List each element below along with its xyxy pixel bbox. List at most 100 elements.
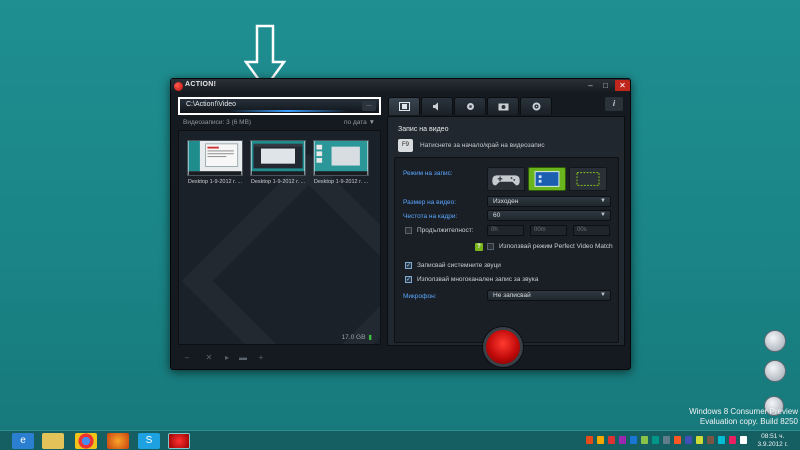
files-header: Видеозаписи: 3 (6 MB) по дата ▼ — [178, 118, 381, 129]
tab-audio[interactable] — [421, 97, 453, 115]
firefox-icon[interactable] — [107, 433, 129, 449]
disk-free-space: 17.0 GB ▮ — [342, 333, 372, 341]
duration-checkbox[interactable] — [405, 227, 412, 234]
file-toolbar: – ✕ ▸ ▬ + — [181, 352, 281, 364]
title-bar[interactable]: ACTION! – □ ✕ — [171, 79, 630, 93]
webcam-icon — [467, 103, 474, 110]
perfect-match-checkbox[interactable] — [487, 243, 494, 250]
remove-button[interactable]: – — [181, 352, 193, 363]
minimize-button[interactable]: – — [584, 80, 597, 91]
taskbar: e S 08:51 ч. 3.9.2012 г. — [0, 430, 800, 450]
video-size-label: Размер на видео: — [403, 199, 457, 206]
recording-thumbnail[interactable] — [250, 140, 306, 176]
thumbnail-label: Desktop 1-9-2012 г. ... — [187, 179, 243, 185]
hotkey-button[interactable]: F9 — [398, 139, 413, 152]
recording-thumbnail[interactable] — [187, 140, 243, 176]
tab-settings[interactable] — [520, 97, 552, 115]
path-progress-glow — [228, 110, 348, 112]
fps-value: 60 — [493, 212, 501, 219]
video-size-value: Изходен — [493, 198, 519, 205]
tab-webcam[interactable] — [454, 97, 486, 115]
fps-select[interactable]: 60 ▼ — [487, 210, 611, 221]
tab-video[interactable] — [388, 97, 420, 115]
action-app-icon[interactable] — [168, 433, 190, 449]
sort-label: по дата — [344, 119, 367, 126]
speaker-icon[interactable] — [740, 436, 747, 444]
mode-game-button[interactable] — [487, 167, 525, 191]
ie-icon[interactable]: e — [12, 433, 34, 449]
mode-desktop-button[interactable] — [528, 167, 566, 191]
tray-icon[interactable] — [586, 436, 593, 444]
film-icon — [399, 102, 410, 111]
tray-icon[interactable] — [608, 436, 615, 444]
tray-icon[interactable] — [674, 436, 681, 444]
delete-button[interactable]: ✕ — [203, 352, 215, 363]
output-path-field[interactable]: C:\Action!\Video ... — [178, 97, 381, 115]
tray-icon[interactable] — [729, 436, 736, 444]
info-button[interactable]: i — [605, 97, 623, 111]
duration-minutes[interactable]: 00m — [530, 225, 567, 236]
folder-button[interactable]: ▬ — [237, 352, 249, 363]
duration-hours[interactable]: 0h — [487, 225, 524, 236]
help-icon[interactable]: ? — [475, 243, 483, 251]
watermark-line: Evaluation copy. Build 8250 — [699, 417, 798, 426]
tray-icon[interactable] — [630, 436, 637, 444]
output-path: C:\Action!\Video — [186, 101, 237, 108]
recordings-list[interactable]: Desktop 1-9-2012 г. ... Desktop 1-9-2012… — [178, 130, 381, 345]
watermark-line: Windows 8 Consumer Preview — [689, 407, 798, 416]
files-count: Видеозаписи: 3 (6 MB) — [183, 119, 252, 126]
file-explorer-icon[interactable] — [42, 433, 64, 449]
microphone-value: Не записвай — [493, 292, 531, 299]
tray-icon[interactable] — [652, 436, 659, 444]
chevron-down-icon: ▼ — [600, 212, 606, 218]
thumbnail-image — [314, 141, 368, 175]
gadget-icon[interactable] — [764, 330, 786, 352]
record-button[interactable] — [483, 327, 523, 367]
recording-options: Режим на запис: Размер на видео: Изходен… — [394, 157, 619, 343]
browse-button[interactable]: ... — [362, 101, 376, 111]
duration-seconds[interactable]: 00s — [573, 225, 610, 236]
play-button[interactable]: ▸ — [221, 352, 233, 363]
sort-dropdown[interactable]: по дата ▼ — [344, 119, 375, 126]
tray-icon[interactable] — [619, 436, 626, 444]
system-sounds-checkbox[interactable]: ✓ — [405, 262, 412, 269]
disk-free-value: 17.0 GB — [341, 334, 366, 341]
disk-indicator-icon: ▮ — [368, 334, 372, 341]
desktop-icon — [534, 171, 560, 187]
microphone-label: Микрофон: — [403, 293, 437, 300]
chevron-down-icon: ▼ — [368, 119, 375, 126]
system-clock[interactable]: 08:51 ч. 3.9.2012 г. — [758, 433, 789, 449]
tray-icon[interactable] — [696, 436, 703, 444]
gadget-icon[interactable] — [764, 360, 786, 382]
settings-tabs — [388, 97, 552, 115]
tray-icon[interactable] — [707, 436, 714, 444]
tray-icon[interactable] — [641, 436, 648, 444]
add-button[interactable]: + — [255, 352, 267, 363]
tab-screenshot[interactable] — [487, 97, 519, 115]
clock-date: 3.9.2012 г. — [757, 441, 789, 448]
recording-mode-label: Режим на запис: — [403, 170, 453, 177]
app-title: ACTION! — [185, 81, 217, 88]
microphone-select[interactable]: Не записвай ▼ — [487, 290, 611, 301]
gamepad-icon — [492, 175, 520, 186]
mode-region-button[interactable] — [569, 167, 607, 191]
action-window: ACTION! – □ ✕ C:\Action!\Video ... Видео… — [170, 78, 631, 370]
hotkey-description: Натиснете за начало/край на видеозапис — [420, 142, 545, 149]
thumbnail-image — [251, 141, 305, 175]
video-size-select[interactable]: Изходен ▼ — [487, 196, 611, 207]
tray-icon[interactable] — [685, 436, 692, 444]
windows-watermark: Windows 8 Consumer Preview Evaluation co… — [689, 407, 798, 427]
clock-time: 08:51 ч. — [761, 433, 785, 440]
skype-icon[interactable]: S — [138, 433, 160, 449]
tray-icon[interactable] — [597, 436, 604, 444]
chrome-icon[interactable] — [75, 433, 97, 449]
duration-label: Продължителност: — [417, 227, 474, 234]
tray-icon[interactable] — [718, 436, 725, 444]
system-sounds-label: Записвай системните звуци — [417, 262, 501, 269]
thumbnail-image — [188, 141, 242, 175]
maximize-button[interactable]: □ — [599, 80, 612, 91]
tray-icon[interactable] — [663, 436, 670, 444]
recording-thumbnail[interactable] — [313, 140, 369, 176]
close-button[interactable]: ✕ — [615, 80, 630, 91]
multichannel-checkbox[interactable]: ✓ — [405, 276, 412, 283]
